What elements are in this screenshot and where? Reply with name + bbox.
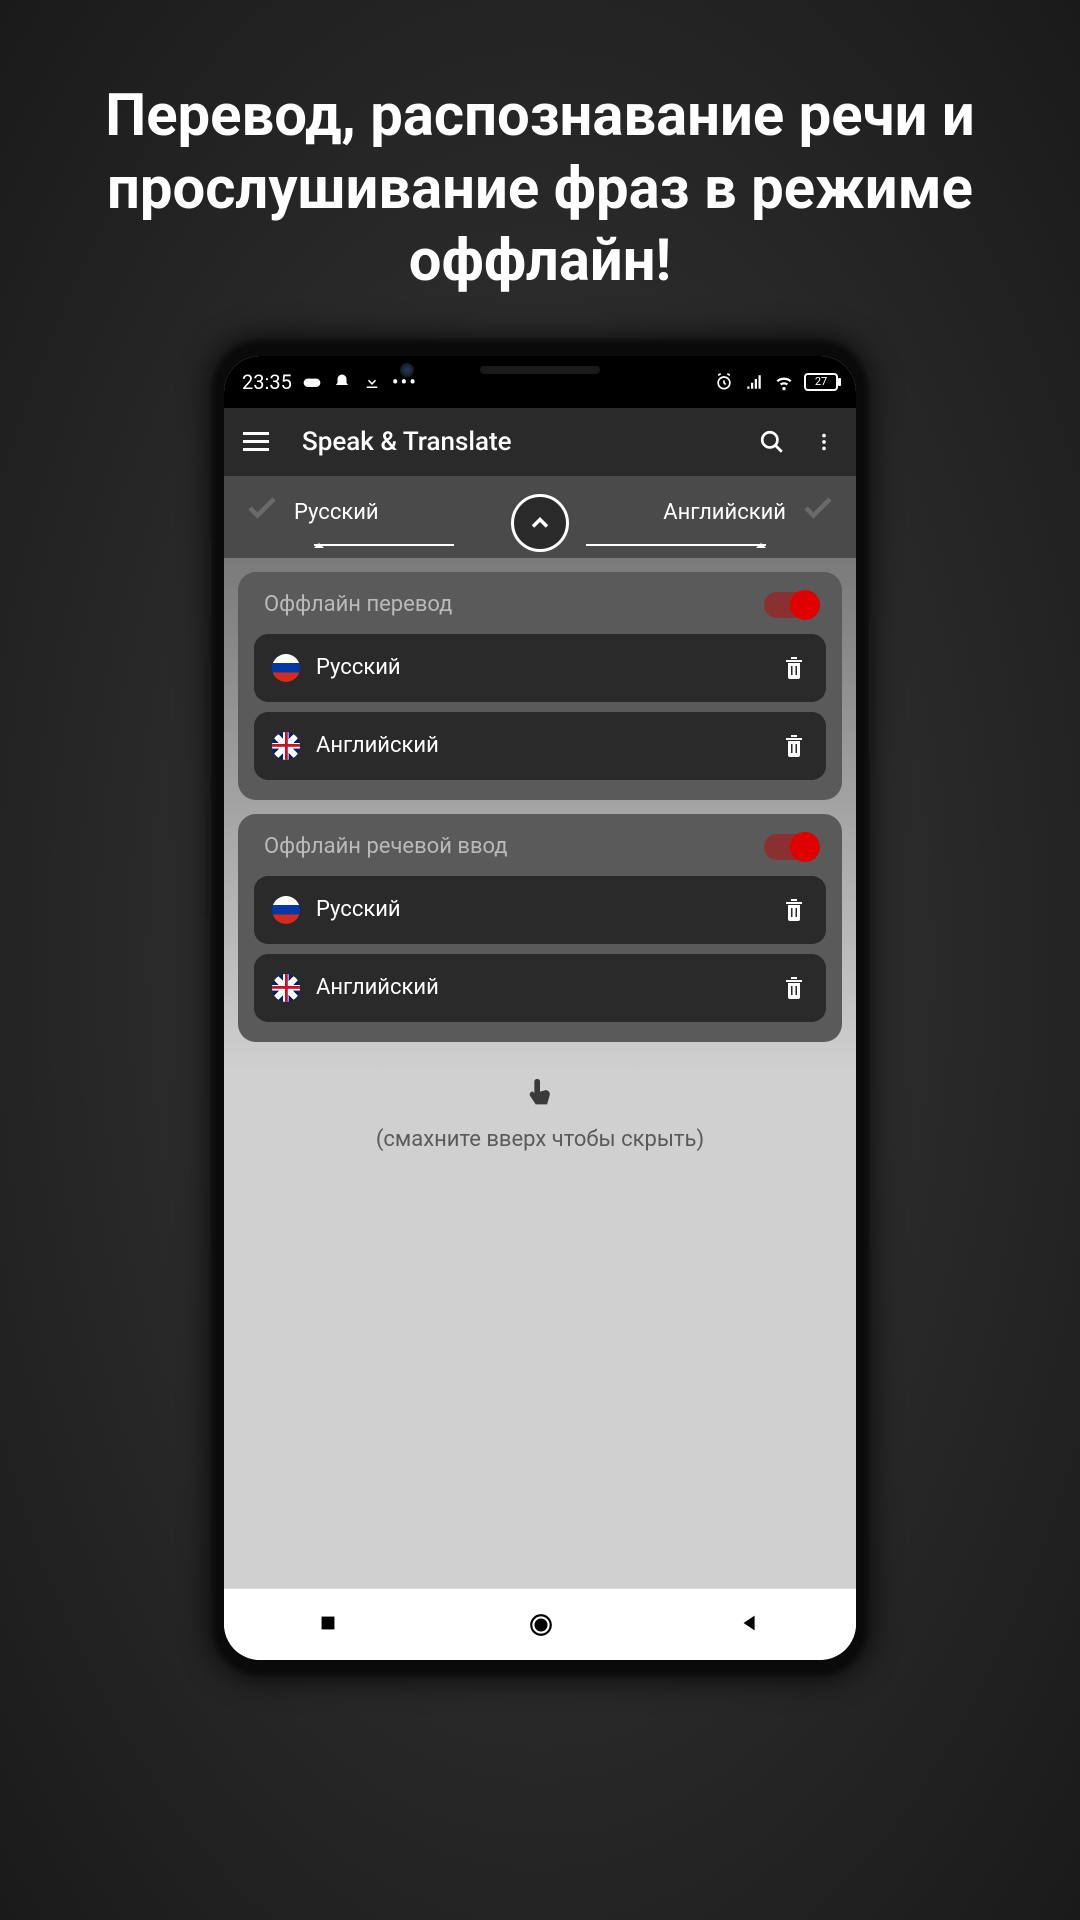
phone-button — [205, 798, 211, 918]
promo-headline: Перевод, распознавание речи и прослушива… — [0, 0, 1080, 338]
language-row: Русский — [254, 876, 826, 944]
card-title: Оффлайн речевой ввод — [264, 834, 508, 859]
language-name: Английский — [316, 733, 764, 758]
more-vertical-icon — [813, 431, 835, 453]
triangle-left-icon — [739, 1612, 761, 1634]
check-icon — [244, 490, 280, 536]
flag-uk-icon — [272, 974, 300, 1002]
offline-speech-toggle[interactable] — [764, 834, 816, 860]
phone-frame: 23:35 ••• — [210, 338, 870, 1678]
language-name: Русский — [316, 655, 764, 680]
delete-button[interactable] — [780, 974, 808, 1002]
source-language-label: Русский — [294, 500, 379, 525]
gamepad-icon — [302, 372, 322, 392]
alarm-icon — [714, 372, 734, 392]
hamburger-icon — [243, 432, 269, 451]
search-icon — [759, 429, 785, 455]
tap-icon — [238, 1076, 842, 1119]
target-language-label: Английский — [663, 500, 786, 525]
chevron-up-icon — [526, 509, 554, 537]
content-area: Оффлайн перевод Русский Английский — [224, 558, 856, 1588]
language-name: Английский — [316, 975, 764, 1000]
status-bar: 23:35 ••• — [224, 356, 856, 408]
language-row: Английский — [254, 712, 826, 780]
app-bar: Speak & Translate — [224, 408, 856, 476]
app-title: Speak & Translate — [302, 427, 734, 457]
language-row: Английский — [254, 954, 826, 1022]
home-button[interactable] — [528, 1612, 552, 1636]
bell-icon — [332, 372, 352, 392]
trash-icon — [782, 654, 806, 682]
flag-ru-icon — [272, 896, 300, 924]
underline — [586, 544, 766, 546]
flag-uk-icon — [272, 732, 300, 760]
circle-icon — [528, 1612, 554, 1638]
trash-icon — [782, 974, 806, 1002]
offline-translation-card: Оффлайн перевод Русский Английский — [238, 572, 842, 800]
offline-speech-input-card: Оффлайн речевой ввод Русский Английский — [238, 814, 842, 1042]
phone-speaker — [480, 366, 600, 374]
signal-icon — [744, 372, 764, 392]
download-icon — [362, 372, 382, 392]
battery-indicator: 27 — [804, 373, 838, 391]
language-name: Русский — [316, 897, 764, 922]
phone-button — [869, 618, 875, 758]
flag-ru-icon — [272, 654, 300, 682]
card-title: Оффлайн перевод — [264, 592, 452, 617]
recent-apps-button[interactable] — [317, 1612, 341, 1636]
swap-languages-button[interactable] — [511, 494, 569, 552]
search-button[interactable] — [758, 428, 786, 456]
delete-button[interactable] — [780, 654, 808, 682]
phone-notch — [480, 366, 600, 374]
phone-button — [205, 538, 211, 618]
source-language[interactable]: Русский — [244, 490, 511, 536]
offline-translation-toggle[interactable] — [764, 592, 816, 618]
phone-button — [205, 658, 211, 778]
underline — [314, 544, 454, 546]
screen: 23:35 ••• — [224, 356, 856, 1660]
delete-button[interactable] — [780, 896, 808, 924]
square-icon — [317, 1612, 339, 1634]
android-nav-bar — [224, 1588, 856, 1660]
delete-button[interactable] — [780, 732, 808, 760]
menu-button[interactable] — [242, 428, 270, 456]
language-row: Русский — [254, 634, 826, 702]
swipe-hint-text: (смахните вверх чтобы скрыть) — [238, 1127, 842, 1152]
check-icon — [800, 490, 836, 536]
language-selector-bar: Русский Английский — [224, 476, 856, 558]
swipe-hint[interactable]: (смахните вверх чтобы скрыть) — [238, 1056, 842, 1172]
phone-camera — [400, 363, 414, 377]
target-language[interactable]: Английский — [569, 490, 836, 536]
status-time: 23:35 — [242, 370, 292, 394]
overflow-button[interactable] — [810, 428, 838, 456]
trash-icon — [782, 732, 806, 760]
wifi-icon — [774, 372, 794, 392]
back-button[interactable] — [739, 1612, 763, 1636]
trash-icon — [782, 896, 806, 924]
